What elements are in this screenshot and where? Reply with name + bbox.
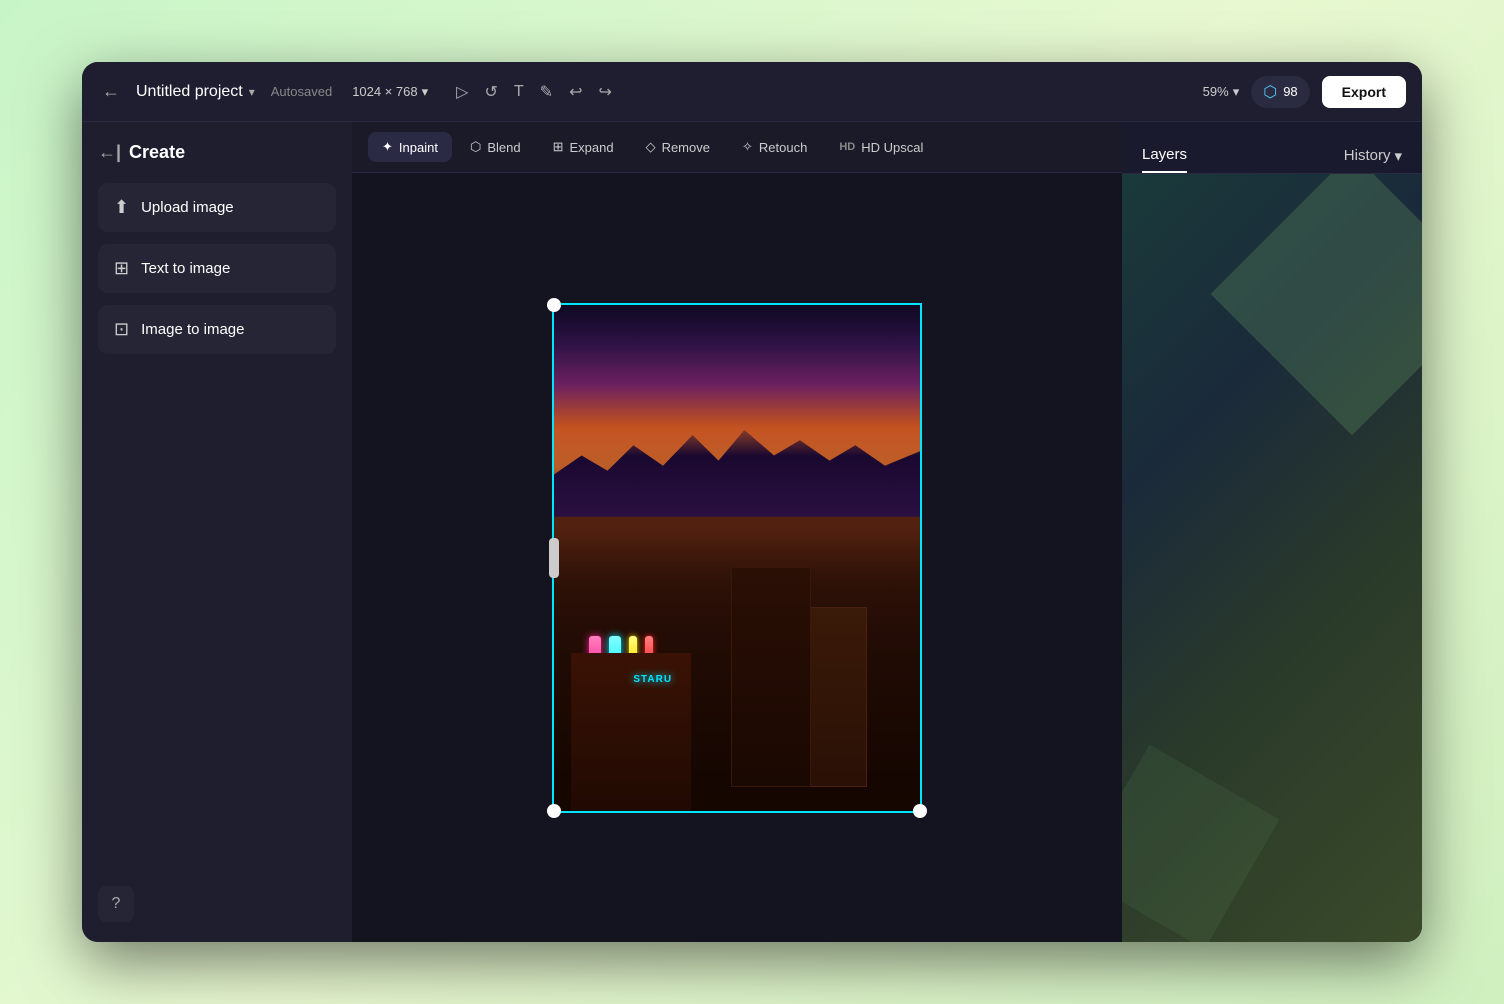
tab-history[interactable]: History ▾ [1344,147,1402,165]
zoom-chevron-icon: ▾ [1233,84,1240,100]
tool-group: ▷ ↺ T ✎ ↩ ↪ [456,82,612,102]
bg-decoration-2 [1122,745,1279,942]
blend-label: Blend [487,140,520,155]
handle-bottom-right[interactable] [913,804,927,818]
export-button[interactable]: Export [1322,76,1406,108]
text-to-image-icon: ⊞ [114,258,129,279]
credits-count: 98 [1283,84,1297,99]
credits-display: ⬡ 98 [1251,76,1309,108]
text-to-image-button[interactable]: ⊞ Text to image [98,244,336,293]
back-button[interactable]: ← [98,77,124,106]
bg-decoration-1 [1211,174,1422,435]
project-name-chevron-icon: ▾ [249,85,255,99]
credits-icon: ⬡ [1263,82,1277,102]
sidebar-header: ←| Create [98,142,336,163]
image-to-image-button[interactable]: ⊡ Image to image [98,305,336,354]
handle-top-left[interactable] [547,298,561,312]
remove-label: Remove [662,140,710,155]
upload-image-button[interactable]: ⬆ Upload image [98,183,336,232]
canvas-viewport[interactable]: STARU [352,173,1122,942]
canvas-image-container: STARU [552,303,922,813]
pen-tool-icon[interactable]: ✎ [540,82,553,102]
select-tool-icon[interactable]: ▷ [456,82,468,102]
inpaint-icon: ✦ [382,139,393,155]
help-icon: ? [112,895,121,913]
retouch-icon: ✧ [742,139,753,155]
canvas-toolbar: ✦ Inpaint ⬡ Blend ⊞ Expand ◇ Remove ✧ [352,122,1122,173]
text-to-image-label: Text to image [141,260,230,277]
main-content: ←| Create ⬆ Upload image ⊞ Text to image… [82,122,1422,942]
canvas-area: ✦ Inpaint ⬡ Blend ⊞ Expand ◇ Remove ✧ [352,122,1122,942]
dimensions-chevron-icon: ▾ [422,84,429,100]
expand-tool-button[interactable]: ⊞ Expand [539,132,628,162]
tab-layers[interactable]: Layers [1142,138,1187,173]
undo-icon[interactable]: ↩ [569,82,582,102]
zoom-value: 59% [1203,84,1229,99]
selection-box [552,303,922,813]
app-window: ← Untitled project ▾ Autosaved 1024 × 76… [82,62,1422,942]
remove-icon: ◇ [646,139,656,155]
upload-icon: ⬆ [114,197,129,218]
rotate-tool-icon[interactable]: ↺ [484,82,497,102]
panel-tabs: Layers History ▾ [1122,122,1422,174]
sidebar-back-arrow-icon: ←| [98,142,121,163]
remove-tool-button[interactable]: ◇ Remove [632,132,724,162]
upscale-label: HD Upscal [861,140,923,155]
inpaint-tool-button[interactable]: ✦ Inpaint [368,132,452,162]
header: ← Untitled project ▾ Autosaved 1024 × 76… [82,62,1422,122]
retouch-label: Retouch [759,140,807,155]
upscale-icon: HD [839,141,855,153]
dimensions-value: 1024 × 768 [352,84,417,99]
sidebar-title: Create [129,142,185,163]
project-name[interactable]: Untitled project ▾ [136,83,255,101]
autosaved-status: Autosaved [271,84,332,99]
upload-image-label: Upload image [141,199,234,216]
handle-bottom-left[interactable] [547,804,561,818]
upscale-tool-button[interactable]: HD HD Upscal [825,133,937,162]
history-chevron-icon: ▾ [1394,147,1402,165]
handle-mid-left[interactable] [549,538,559,578]
image-to-image-icon: ⊡ [114,319,129,340]
blend-icon: ⬡ [470,139,481,155]
panel-background: Export settings File type JPEG ▾ Size [1122,174,1422,942]
expand-icon: ⊞ [553,139,564,155]
blend-tool-button[interactable]: ⬡ Blend [456,132,535,162]
retouch-tool-button[interactable]: ✧ Retouch [728,132,821,162]
dimensions-selector[interactable]: 1024 × 768 ▾ [352,84,428,100]
redo-icon[interactable]: ↪ [598,82,611,102]
project-name-text: Untitled project [136,83,243,101]
zoom-control[interactable]: 59% ▾ [1203,84,1240,100]
help-button[interactable]: ? [98,886,134,922]
history-tab-label: History [1344,147,1391,164]
left-sidebar: ←| Create ⬆ Upload image ⊞ Text to image… [82,122,352,942]
inpaint-label: Inpaint [399,140,438,155]
right-panel: Layers History ▾ Export settings File ty… [1122,122,1422,942]
image-to-image-label: Image to image [141,321,244,338]
text-tool-icon[interactable]: T [514,83,524,101]
expand-label: Expand [569,140,613,155]
